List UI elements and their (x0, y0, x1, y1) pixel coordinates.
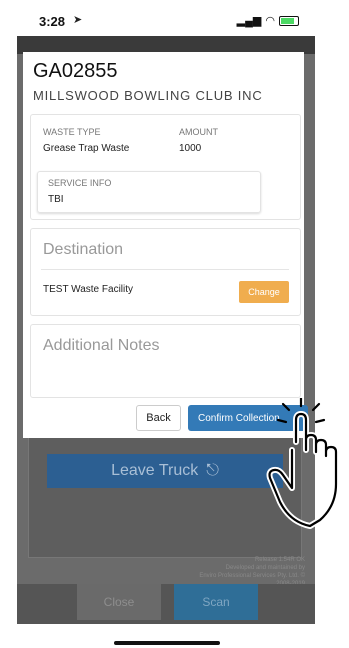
destination-title: Destination (43, 241, 124, 258)
service-info-box: SERVICE INFO TBI (37, 171, 261, 213)
leave-truck-button[interactable]: Leave Truck ⎋ (47, 454, 283, 488)
footer-line: Release 1.54R OK (254, 557, 305, 563)
signal-icon: ▂▄▆ (236, 15, 262, 27)
status-icons: ▂▄▆ ◠ (237, 14, 299, 27)
additional-notes-section[interactable]: Additional Notes (30, 324, 301, 398)
footer-line: Enviro Professional Services Pty. Ltd. © (199, 573, 305, 579)
service-info-value: TBI (48, 194, 64, 205)
notes-title: Additional Notes (43, 337, 160, 354)
tap-hand-icon (266, 398, 339, 529)
waste-type-value: Grease Trap Waste (43, 143, 130, 154)
scan-button[interactable]: Scan (174, 584, 258, 620)
bottom-bar (17, 584, 315, 624)
app-screen: Leave Truck ⎋ Release 1.54R OK Developed… (17, 36, 315, 624)
waste-details-section: WASTE TYPE Grease Trap Waste AMOUNT 1000… (30, 114, 301, 220)
destination-facility: TEST Waste Facility (43, 284, 134, 295)
home-indicator[interactable] (114, 641, 220, 645)
destination-section: Destination TEST Waste Facility Change (30, 228, 301, 316)
leave-truck-label: Leave Truck (111, 462, 199, 479)
waste-type-label: WASTE TYPE (43, 127, 101, 137)
battery-icon (279, 15, 299, 26)
client-name: MILLSWOOD BOWLING CLUB INC (33, 88, 263, 103)
amount-label: AMOUNT (179, 127, 218, 137)
exit-icon: ⎋ (206, 462, 219, 479)
footer-line: Developed and maintained by (225, 565, 305, 571)
close-button[interactable]: Close (77, 584, 161, 620)
wifi-icon: ◠ (265, 15, 275, 27)
back-button[interactable]: Back (136, 405, 181, 431)
amount-value: 1000 (179, 143, 202, 154)
divider (41, 269, 289, 270)
service-info-label: SERVICE INFO (48, 178, 112, 188)
location-arrow-icon: ➤ (73, 14, 83, 26)
job-id: GA02855 (33, 60, 118, 82)
status-time: 3:28 (39, 14, 66, 29)
change-destination-button[interactable]: Change (239, 281, 289, 303)
status-bar: 3:28 ➤ ▂▄▆ ◠ (0, 0, 349, 36)
collection-modal: GA02855 MILLSWOOD BOWLING CLUB INC WASTE… (23, 52, 308, 438)
